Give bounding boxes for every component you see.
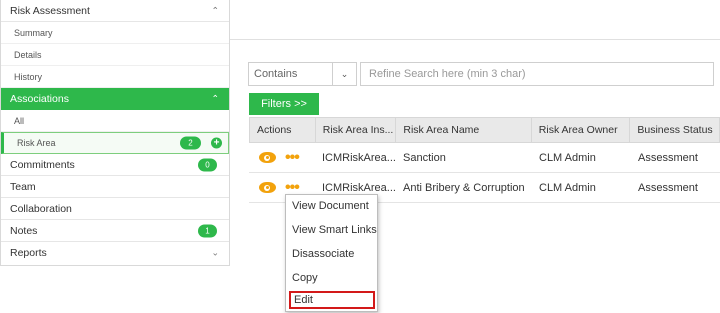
sidebar-item-history[interactable]: History	[1, 66, 229, 88]
cell-status: Assessment	[638, 151, 698, 164]
sidebar-item-risk-area[interactable]: Risk Area 2 +	[1, 132, 229, 154]
cell-name: Sanction	[403, 151, 446, 164]
sidebar-section-label: Risk Assessment	[10, 4, 90, 17]
sidebar-item-label: All	[14, 115, 25, 126]
sidebar-section-notes[interactable]: Notes 1	[1, 220, 229, 242]
sidebar-item-label: Risk Area	[17, 138, 56, 148]
sidebar-item-details[interactable]: Details	[1, 44, 229, 66]
filters-button[interactable]: Filters >>	[249, 93, 319, 115]
menu-item-disassociate[interactable]: Disassociate	[292, 248, 354, 260]
sidebar-section-reports[interactable]: Reports ⌄	[1, 242, 229, 264]
search-operator-value: Contains	[254, 68, 298, 80]
sidebar-section-label: Team	[10, 180, 36, 193]
sidebar-section-collaboration[interactable]: Collaboration	[1, 198, 229, 220]
sidebar-section-label: Collaboration	[10, 202, 72, 215]
column-header-risk-area-instance[interactable]: Risk Area Ins...	[316, 118, 397, 142]
search-input[interactable]	[360, 62, 714, 86]
menu-item-view-smart-links[interactable]: View Smart Links	[292, 224, 377, 236]
column-header-actions[interactable]: Actions	[250, 118, 316, 142]
sidebar-section-label: Notes	[10, 224, 38, 237]
sidebar-item-label: Summary	[14, 27, 53, 38]
column-header-risk-area-name[interactable]: Risk Area Name	[396, 118, 532, 142]
plus-circle-icon[interactable]: +	[211, 137, 222, 149]
sidebar-item-all[interactable]: All	[1, 110, 229, 132]
sidebar-section-associations[interactable]: Associations ⌃	[1, 88, 229, 110]
top-header-area	[230, 0, 720, 40]
sidebar: Risk Assessment ⌃ Summary Details Histor…	[0, 0, 230, 266]
chevron-down-icon[interactable]: ⌄	[333, 62, 357, 86]
row-actions: •••	[249, 143, 315, 172]
menu-item-view-document[interactable]: View Document	[292, 200, 369, 212]
more-dots-icon[interactable]: •••	[285, 149, 300, 165]
sidebar-item-summary[interactable]: Summary	[1, 22, 229, 44]
eye-icon[interactable]	[259, 152, 276, 163]
sidebar-section-label: Reports	[10, 247, 47, 259]
cell-owner: CLM Admin	[539, 151, 596, 164]
menu-item-copy[interactable]: Copy	[292, 272, 318, 284]
chevron-up-icon[interactable]: ⌃	[211, 5, 219, 16]
count-badge: 0	[198, 158, 217, 171]
row-context-menu: View Document View Smart Links Disassoci…	[285, 194, 378, 312]
cell-name: Anti Bribery & Corruption	[403, 181, 525, 194]
table-header: Actions Risk Area Ins... Risk Area Name …	[249, 117, 720, 143]
sidebar-item-label: History	[14, 71, 43, 82]
count-badge: 1	[198, 224, 217, 237]
more-dots-icon[interactable]: •••	[285, 179, 300, 195]
chevron-down-icon[interactable]: ⌄	[211, 248, 219, 259]
sidebar-section-risk-assessment[interactable]: Risk Assessment ⌃	[1, 0, 229, 22]
sidebar-item-label: Details	[14, 49, 42, 60]
column-header-risk-area-owner[interactable]: Risk Area Owner	[532, 118, 631, 142]
cell-owner: CLM Admin	[539, 181, 596, 194]
table-row[interactable]: ••• ICMRiskArea... Sanction CLM Admin As…	[249, 143, 720, 173]
sidebar-section-team[interactable]: Team	[1, 176, 229, 198]
cell-instance: ICMRiskArea...	[322, 151, 396, 164]
sidebar-section-commitments[interactable]: Commitments 0	[1, 154, 229, 176]
search-operator-select[interactable]: Contains	[248, 62, 333, 86]
eye-icon[interactable]	[259, 182, 276, 193]
risk-area-table: Actions Risk Area Ins... Risk Area Name …	[249, 117, 720, 203]
cell-status: Assessment	[638, 181, 698, 194]
menu-item-edit[interactable]: Edit	[289, 291, 375, 309]
sidebar-section-label: Associations	[10, 92, 69, 105]
count-badge: 2	[180, 136, 201, 150]
chevron-up-icon[interactable]: ⌃	[211, 93, 219, 104]
column-header-business-status[interactable]: Business Status	[630, 118, 719, 142]
sidebar-section-label: Commitments	[10, 158, 75, 171]
